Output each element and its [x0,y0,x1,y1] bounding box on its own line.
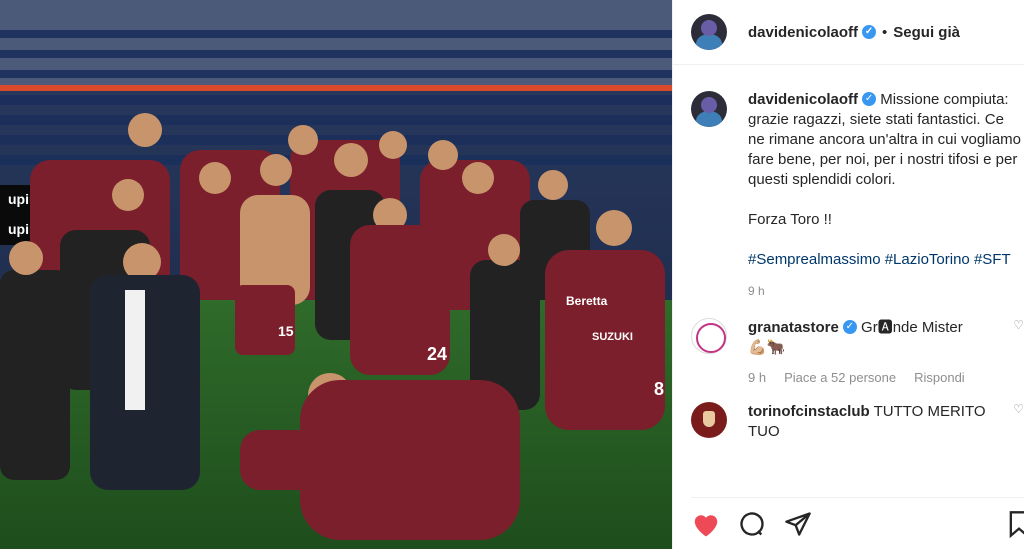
comment-likes[interactable]: Piace a 52 persone [784,368,896,388]
share-icon[interactable] [783,510,813,538]
comment-item: granatastore ✓ Gr🅰nde Mister 💪🏼🐂 9 h Piac… [691,318,1024,388]
verified-badge-icon: ✓ [862,24,877,39]
jersey-sponsor-text: Beretta [566,294,608,308]
comment-like-icon[interactable]: ♡ [1013,402,1024,416]
avatar[interactable] [691,91,727,127]
jersey-number: 8 [654,379,664,399]
caption-text: davidenicolaoff ✓ Missione compiuta: graz… [748,90,1024,270]
team-celebration-image: upim upim upim upim [0,0,672,549]
post-actions-bar [691,497,1024,549]
post-side-panel: davidenicolaoff ✓ • Segui già davidenicol… [672,0,1024,549]
post-username[interactable]: davidenicolaoff ✓ [748,24,877,41]
caption-hashtags[interactable]: #Semprealmassimo #LazioTorino #SFT [748,250,1024,270]
heart-icon[interactable] [691,510,721,538]
instagram-post: upim upim upim upim [0,0,1024,549]
avatar[interactable] [691,402,727,438]
comment-username[interactable]: granatastore [748,319,839,336]
jersey-number: 24 [427,344,447,364]
comment-emoji: 💪🏼🐂 [748,339,786,356]
caption-username[interactable]: davidenicolaoff [748,91,858,108]
comment-item: torinofcinstaclub TUTTO MERITO TUO ♡ [691,402,1024,442]
comment-time: 9 h [748,370,767,385]
separator-dot: • [882,23,888,41]
bookmark-icon[interactable] [1006,510,1024,538]
avatar[interactable] [691,14,727,50]
comment-icon[interactable] [737,510,767,538]
jersey-sponsor-text: SUZUKI [592,331,633,343]
caption: davidenicolaoff ✓ Missione compiuta: graz… [691,90,1024,270]
post-photo[interactable]: upim upim upim upim [0,0,672,549]
username-text[interactable]: davidenicolaoff [748,24,858,41]
caption-timestamp: 9 h [748,284,765,298]
verified-badge-icon: ✓ [842,320,857,335]
caption-second-line: Forza Toro !! [748,211,832,228]
comment-text: Gr🅰nde Mister [861,319,963,336]
comment-like-icon[interactable]: ♡ [1013,318,1024,332]
avatar[interactable] [691,318,727,354]
jersey-number: 15 [278,323,294,339]
verified-badge-icon: ✓ [862,92,877,107]
follow-state-button[interactable]: Segui già [893,24,960,41]
comment-meta: 9 h Piace a 52 persone Rispondi [748,368,1008,388]
comments-section: davidenicolaoff ✓ Missione compiuta: graz… [691,90,1024,442]
post-header: davidenicolaoff ✓ • Segui già [673,0,1024,65]
comment-username[interactable]: torinofcinstaclub [748,403,870,420]
reply-button[interactable]: Rispondi [914,368,965,388]
